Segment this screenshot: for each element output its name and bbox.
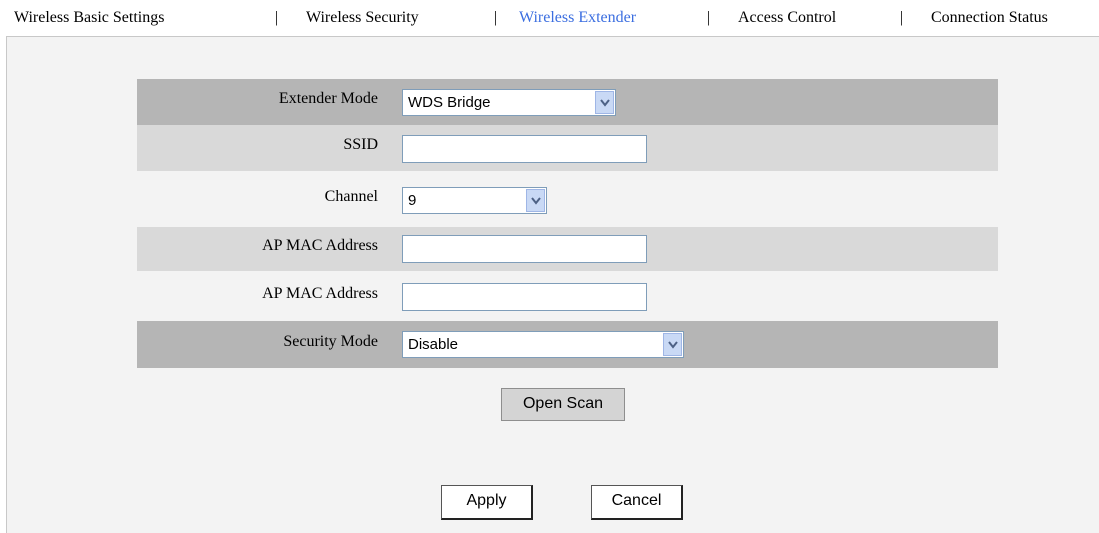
chevron-down-icon[interactable] xyxy=(526,189,545,212)
extender-mode-select[interactable]: WDS Bridge xyxy=(402,89,616,116)
tab-access-control[interactable]: Access Control xyxy=(738,0,836,36)
tab-bar: Wireless Basic Settings | Wireless Secur… xyxy=(0,0,1099,36)
ap-mac-address-row-1: AP MAC Address xyxy=(137,227,998,271)
channel-label: Channel xyxy=(324,188,378,205)
open-scan-button[interactable]: Open Scan xyxy=(501,388,625,421)
ssid-row: SSID xyxy=(137,125,998,171)
ap-mac-address-label-2: AP MAC Address xyxy=(262,285,378,302)
extender-mode-label: Extender Mode xyxy=(278,90,378,107)
tab-wireless-extender[interactable]: Wireless Extender xyxy=(519,0,636,36)
ssid-label: SSID xyxy=(343,136,378,153)
tab-wireless-basic-settings[interactable]: Wireless Basic Settings xyxy=(14,0,164,36)
channel-value: 9 xyxy=(408,192,417,209)
tab-connection-status[interactable]: Connection Status xyxy=(931,0,1048,36)
chevron-down-icon[interactable] xyxy=(595,91,614,114)
security-mode-row: Security Mode Disable xyxy=(137,321,998,368)
channel-row: Channel 9 xyxy=(137,171,998,229)
tab-separator: | xyxy=(494,9,498,26)
tab-separator: | xyxy=(707,9,711,26)
ap-mac-address-input-1[interactable] xyxy=(402,235,647,263)
tab-separator: | xyxy=(275,9,279,26)
security-mode-select[interactable]: Disable xyxy=(402,331,684,358)
content-panel: Extender Mode WDS Bridge SSID Channel 9 … xyxy=(6,36,1099,533)
security-mode-value: Disable xyxy=(408,336,459,353)
ssid-input[interactable] xyxy=(402,135,647,163)
ap-mac-address-label-1: AP MAC Address xyxy=(262,237,378,254)
security-mode-label: Security Mode xyxy=(283,333,378,350)
tab-separator: | xyxy=(900,9,904,26)
extender-mode-row: Extender Mode WDS Bridge xyxy=(137,79,998,125)
extender-mode-value: WDS Bridge xyxy=(408,94,491,111)
ap-mac-address-row-2: AP MAC Address xyxy=(137,271,998,321)
channel-select[interactable]: 9 xyxy=(402,187,547,214)
cancel-button[interactable]: Cancel xyxy=(591,485,683,520)
chevron-down-icon[interactable] xyxy=(663,333,682,356)
tab-wireless-security[interactable]: Wireless Security xyxy=(306,0,419,36)
ap-mac-address-input-2[interactable] xyxy=(402,283,647,311)
apply-button[interactable]: Apply xyxy=(441,485,533,520)
